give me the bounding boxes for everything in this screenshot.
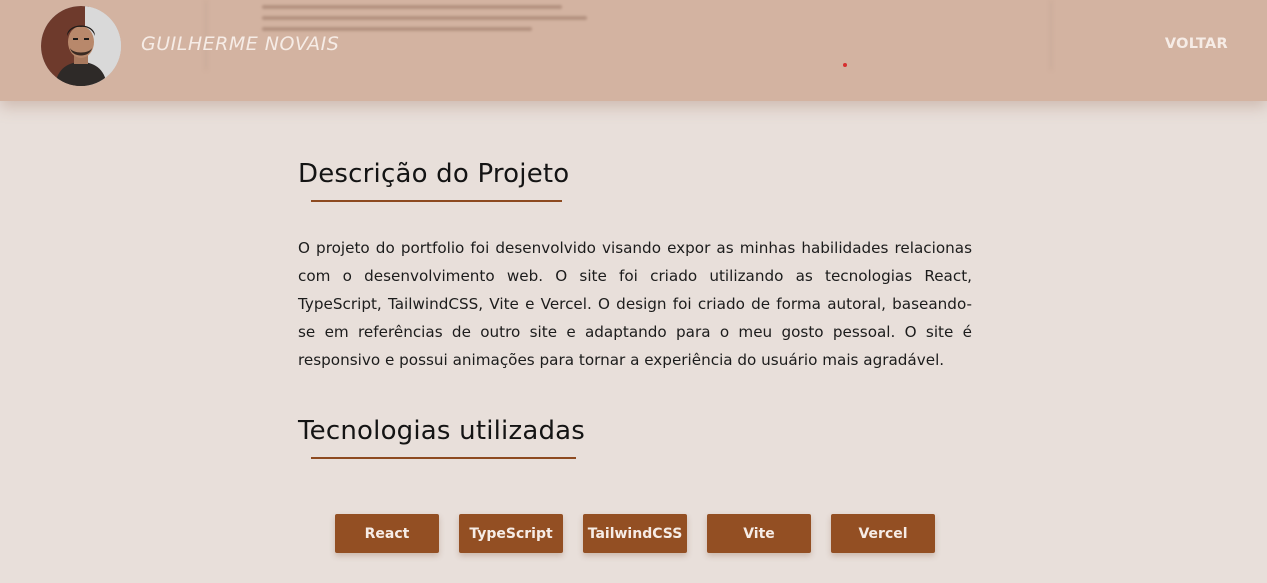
project-description: O projeto do portfolio foi desenvolvido …	[298, 239, 972, 369]
technologies-title: Tecnologias utilizadas	[298, 407, 972, 459]
cursor-dot	[843, 63, 847, 67]
tech-button-react[interactable]: React	[335, 514, 439, 553]
tech-button-typescript[interactable]: TypeScript	[459, 514, 563, 553]
project-content: Descrição do Projeto O projeto do portfo…	[298, 150, 972, 459]
avatar[interactable]	[41, 6, 121, 86]
background-blur-column	[1050, 0, 1052, 70]
avatar-photo	[41, 6, 121, 86]
site-header: GUILHERME NOVAIS VOLTAR	[0, 0, 1267, 101]
description-title: Descrição do Projeto	[298, 150, 972, 202]
tech-button-vite[interactable]: Vite	[707, 514, 811, 553]
technologies-section: Tecnologias utilizadas	[298, 407, 972, 459]
back-link[interactable]: VOLTAR	[1165, 36, 1228, 52]
site-brand-name[interactable]: GUILHERME NOVAIS	[141, 33, 339, 55]
tech-button-tailwindcss[interactable]: TailwindCSS	[583, 514, 687, 553]
technology-list: React TypeScript TailwindCSS Vite Vercel	[335, 514, 935, 553]
tech-button-vercel[interactable]: Vercel	[831, 514, 935, 553]
